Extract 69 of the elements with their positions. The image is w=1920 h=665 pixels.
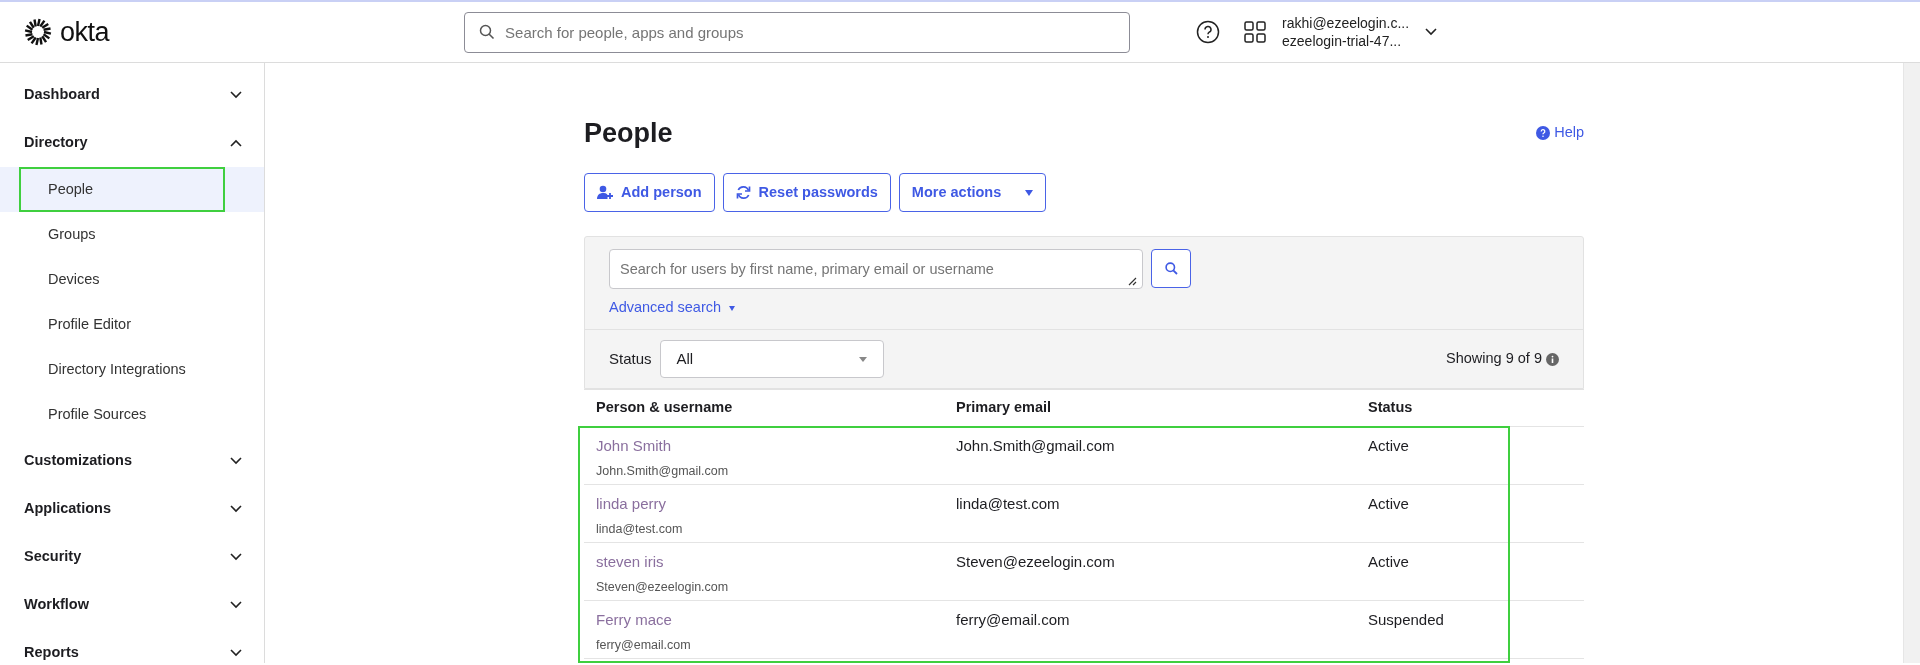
- logo-text: okta: [60, 15, 110, 49]
- user-search-field[interactable]: Search for users by first name, primary email or username: [609, 249, 1143, 290]
- username: linda@test.com: [596, 520, 684, 538]
- status-cell-text: Active: [1368, 494, 1410, 515]
- search-icon: [1164, 262, 1178, 276]
- org-name[interactable]: ezeelogin-trial-47...: [1282, 32, 1410, 50]
- person-name-link[interactable]: Ferry mace: [596, 611, 672, 629]
- sidebar-item[interactable]: Groups: [0, 212, 264, 257]
- status-select[interactable]: All: [659, 340, 884, 379]
- email-cell-text: ferry@email.com: [956, 610, 1071, 631]
- username: ferry@email.com: [596, 636, 692, 654]
- resize-grip-icon: [1127, 276, 1137, 287]
- sidebar-item[interactable]: People: [0, 167, 264, 212]
- chevron-down-icon: [230, 649, 242, 657]
- info-icon[interactable]: [1546, 352, 1559, 366]
- sidebar-section[interactable]: Reports: [0, 629, 264, 665]
- status-cell-text: Active: [1368, 436, 1410, 457]
- person-name-link[interactable]: John Smith: [596, 437, 672, 455]
- action-button[interactable]: More actions: [898, 173, 1047, 213]
- page-title: People: [584, 117, 673, 150]
- sidebar-section[interactable]: Dashboard: [0, 71, 264, 119]
- email-cell-text: Steven@ezeelogin.com: [956, 552, 1116, 573]
- sidebar-item[interactable]: Directory Integrations: [0, 347, 264, 392]
- person-name-link[interactable]: linda perry: [596, 495, 667, 513]
- status-cell-text: Suspended: [1368, 610, 1445, 631]
- advanced-search-link[interactable]: Advanced search: [609, 297, 736, 320]
- app-grid-icon[interactable]: [1244, 21, 1267, 43]
- sidebar-item[interactable]: Profile Editor: [0, 302, 264, 347]
- username: Steven@ezeelogin.com: [596, 578, 730, 596]
- action-button[interactable]: Add person: [584, 173, 715, 213]
- chevron-down-icon: [230, 601, 242, 609]
- status-cell-text: Active: [1368, 552, 1410, 573]
- chevron-down-icon: [230, 91, 242, 99]
- refresh-icon: [735, 185, 751, 201]
- scrollbar[interactable]: [1903, 63, 1920, 663]
- sidebar-section[interactable]: Workflow: [0, 581, 264, 629]
- chevron-up-icon: [230, 139, 242, 147]
- help-icon[interactable]: [1196, 20, 1221, 44]
- sidebar-item[interactable]: Devices: [0, 257, 264, 302]
- help-icon: [1536, 126, 1551, 141]
- email-cell-text: John.Smith@gmail.com: [956, 436, 1116, 457]
- action-button[interactable]: Reset passwords: [722, 173, 891, 213]
- help-link[interactable]: Help: [1536, 122, 1584, 145]
- sidebar-section[interactable]: Applications: [0, 485, 264, 533]
- email-cell-text: linda@test.com: [956, 494, 1061, 515]
- person-name-link[interactable]: steven iris: [596, 553, 664, 571]
- result-count: Showing 9 of 9: [1446, 349, 1542, 369]
- sidebar-section[interactable]: Directory: [0, 119, 264, 167]
- column-header: Person & username: [596, 399, 733, 416]
- user-email[interactable]: rakhi@ezeelogin.c...: [1282, 14, 1410, 32]
- sidebar-section[interactable]: Security: [0, 533, 264, 581]
- sidebar-section[interactable]: Customizations: [0, 437, 264, 485]
- column-header: Status: [1368, 399, 1413, 416]
- filter-label: Status: [609, 348, 652, 369]
- add-person-icon: [597, 185, 613, 201]
- caret-icon: [729, 305, 736, 311]
- chevron-down-icon: [230, 505, 242, 513]
- column-header: Primary email: [956, 399, 1052, 416]
- account-menu-chevron-icon[interactable]: [1425, 28, 1438, 36]
- caret-icon: [1025, 189, 1034, 196]
- caret-icon: [858, 356, 867, 362]
- chevron-down-icon: [230, 553, 242, 561]
- search-button[interactable]: [1151, 249, 1191, 289]
- sunburst-logo-icon: [24, 18, 52, 46]
- sidebar-item[interactable]: Profile Sources: [0, 392, 264, 437]
- chevron-down-icon: [230, 457, 242, 465]
- username: John.Smith@gmail.com: [596, 462, 730, 480]
- global-search-field[interactable]: Search for people, apps and groups: [464, 11, 1131, 53]
- search-icon: [479, 24, 496, 40]
